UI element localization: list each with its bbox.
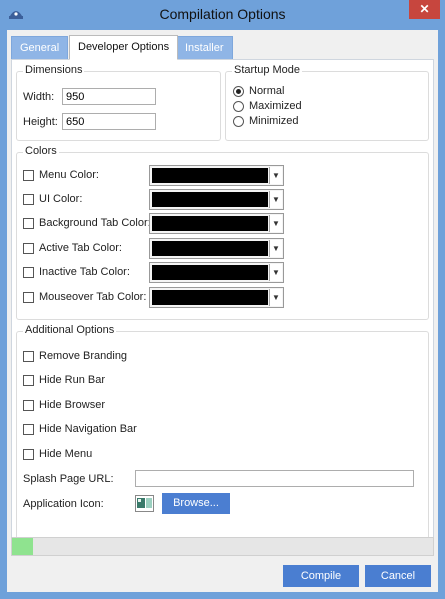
- hide-menu-label: Hide Menu: [39, 448, 93, 460]
- checkbox-menu-color[interactable]: [23, 170, 34, 181]
- hide-run-bar-label: Hide Run Bar: [39, 374, 106, 386]
- color-swatch: [152, 168, 268, 183]
- checkbox-active-tab-color[interactable]: [23, 243, 34, 254]
- dropdown-arrow-icon[interactable]: ▼: [269, 167, 282, 184]
- background-tab-color-label: Background Tab Color:: [39, 217, 151, 229]
- inactive-tab-color-picker[interactable]: ▼: [149, 262, 284, 283]
- startup-mode-maximized-label: Maximized: [249, 100, 302, 112]
- browse-button[interactable]: Browse...: [162, 493, 230, 514]
- startup-mode-group-title: Startup Mode: [232, 64, 303, 76]
- startup-mode-group: Startup Mode Normal Maximized Minimized: [225, 64, 429, 141]
- hide-browser-label: Hide Browser: [39, 399, 106, 411]
- colors-group-title: Colors: [23, 145, 59, 157]
- active-tab-color-picker[interactable]: ▼: [149, 238, 284, 259]
- menu-color-label: Menu Color:: [39, 169, 99, 181]
- checkbox-ui-color[interactable]: [23, 194, 34, 205]
- compile-progress-bar: [11, 537, 434, 556]
- compile-button[interactable]: Compile: [283, 565, 359, 587]
- progress-fill: [12, 538, 34, 555]
- checkbox-hide-menu[interactable]: [23, 449, 34, 460]
- menu-color-picker[interactable]: ▼: [149, 165, 284, 186]
- radio-icon[interactable]: [233, 86, 244, 97]
- tab-developer-options[interactable]: Developer Options: [69, 35, 179, 60]
- title-bar: Compilation Options ✕: [0, 0, 445, 30]
- additional-options-group: Additional Options Remove Branding Hide …: [16, 324, 429, 549]
- width-input[interactable]: [62, 88, 156, 105]
- colors-group: Colors Menu Color: ▼ UI Color: ▼ Backgro…: [16, 145, 429, 320]
- checkbox-remove-branding[interactable]: [23, 351, 34, 362]
- window-title: Compilation Options: [159, 6, 286, 22]
- checkbox-background-tab-color[interactable]: [23, 218, 34, 229]
- checkbox-hide-run-bar[interactable]: [23, 375, 34, 386]
- splash-page-url-input[interactable]: [135, 470, 414, 487]
- dropdown-arrow-icon[interactable]: ▼: [269, 215, 282, 232]
- width-label: Width:: [23, 91, 55, 103]
- dropdown-arrow-icon[interactable]: ▼: [269, 191, 282, 208]
- splash-page-url-label: Splash Page URL:: [23, 473, 114, 485]
- color-swatch: [152, 216, 268, 231]
- color-swatch: [152, 241, 268, 256]
- radio-icon[interactable]: [233, 116, 244, 127]
- checkbox-inactive-tab-color[interactable]: [23, 267, 34, 278]
- startup-mode-minimized-label: Minimized: [249, 115, 299, 127]
- close-icon: ✕: [419, 2, 430, 16]
- cancel-button[interactable]: Cancel: [365, 565, 431, 587]
- dropdown-arrow-icon[interactable]: ▼: [269, 240, 282, 257]
- color-swatch: [152, 265, 268, 280]
- startup-mode-normal-label: Normal: [249, 85, 285, 97]
- window-frame: Compilation Options ✕ General Developer …: [0, 0, 445, 599]
- additional-options-group-title: Additional Options: [23, 324, 117, 336]
- ui-color-picker[interactable]: ▼: [149, 189, 284, 210]
- app-icon-thumbnail: [135, 495, 154, 512]
- height-label: Height:: [23, 116, 58, 128]
- checkbox-mouseover-tab-color[interactable]: [23, 292, 34, 303]
- inactive-tab-color-label: Inactive Tab Color:: [39, 266, 130, 278]
- color-swatch: [152, 290, 268, 305]
- dimensions-group-title: Dimensions: [23, 64, 85, 76]
- active-tab-color-label: Active Tab Color:: [39, 242, 122, 254]
- dropdown-arrow-icon[interactable]: ▼: [269, 289, 282, 306]
- tab-installer[interactable]: Installer: [176, 36, 233, 59]
- checkbox-hide-navigation-bar[interactable]: [23, 424, 34, 435]
- background-tab-color-picker[interactable]: ▼: [149, 213, 284, 234]
- dimensions-group: Dimensions Width: Height:: [16, 64, 221, 141]
- application-icon-label: Application Icon:: [23, 498, 104, 510]
- hide-navigation-bar-label: Hide Navigation Bar: [39, 423, 137, 435]
- tab-panel-developer-options: Dimensions Width: Height: Startup Mode N…: [11, 59, 434, 555]
- tab-general[interactable]: General: [11, 36, 69, 59]
- radio-icon[interactable]: [233, 101, 244, 112]
- ui-color-label: UI Color:: [39, 193, 83, 205]
- mouseover-tab-color-picker[interactable]: ▼: [149, 287, 284, 308]
- remove-branding-label: Remove Branding: [39, 350, 128, 362]
- close-button[interactable]: ✕: [409, 0, 440, 19]
- dialog-client: General Developer Options Installer Dime…: [7, 30, 438, 592]
- color-swatch: [152, 192, 268, 207]
- mouseover-tab-color-label: Mouseover Tab Color:: [39, 291, 147, 303]
- checkbox-hide-browser[interactable]: [23, 400, 34, 411]
- dropdown-arrow-icon[interactable]: ▼: [269, 264, 282, 281]
- height-input[interactable]: [62, 113, 156, 130]
